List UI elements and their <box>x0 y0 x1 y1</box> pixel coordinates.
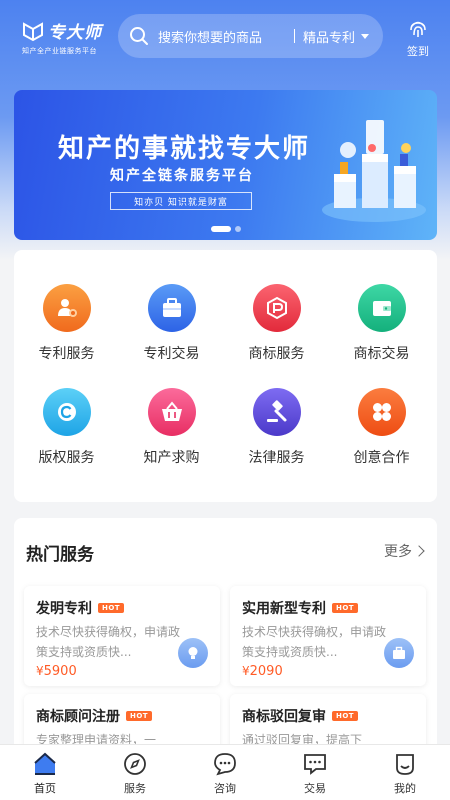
banner-tagline: 知亦贝 知识就是财富 <box>110 192 252 210</box>
service-legal[interactable]: 法律服务 <box>224 388 329 467</box>
banner-dot-2[interactable] <box>234 226 241 232</box>
more-label: 更多 <box>384 544 412 560</box>
service-label: 知产求购 <box>143 450 200 466</box>
service-trademark[interactable]: 商标服务 <box>224 284 329 363</box>
hot-badge: HOT <box>332 711 359 721</box>
tab-services[interactable]: 服务 <box>90 745 180 800</box>
signin-label: 签到 <box>407 45 429 58</box>
service-ip-purchase[interactable]: 知产求购 <box>119 388 224 467</box>
app-logo: 专大师 知产全产业链服务平台 <box>22 18 112 58</box>
service-card-title: 实用新型专利 HOT <box>242 598 359 618</box>
price-symbol: ¥ <box>36 664 44 678</box>
tab-label: 我的 <box>394 782 416 795</box>
tab-label: 服务 <box>124 782 146 795</box>
grid-icon <box>357 388 406 436</box>
price-value: 2090 <box>249 664 283 679</box>
service-price: ¥2090 <box>242 664 283 679</box>
service-name: 发明专利 <box>36 601 92 617</box>
search-category-select[interactable]: 精品专利 <box>303 27 355 46</box>
logo-mark-icon <box>23 22 43 42</box>
search-bar[interactable]: 搜索你想要的商品 精品专利 <box>118 14 383 58</box>
section-title: 热门服务 <box>26 545 94 565</box>
tab-label: 交易 <box>304 782 326 795</box>
signin-button[interactable]: 签到 <box>398 18 438 59</box>
chevron-down-icon[interactable] <box>361 33 369 39</box>
service-card-title: 发明专利 HOT <box>36 598 125 618</box>
service-copyright[interactable]: 版权服务 <box>14 388 119 467</box>
tab-label: 咨询 <box>214 782 236 795</box>
home-icon <box>34 752 56 775</box>
tab-trade[interactable]: 交易 <box>270 745 360 800</box>
service-name: 实用新型专利 <box>242 601 326 617</box>
banner-illustration <box>322 120 426 222</box>
service-label: 创意合作 <box>353 450 410 466</box>
search-placeholder[interactable]: 搜索你想要的商品 <box>158 27 294 46</box>
service-name: 商标顾问注册 <box>36 709 120 725</box>
service-card-title: 商标顾问注册 HOT <box>36 706 153 726</box>
service-patent[interactable]: 专利服务 <box>14 284 119 363</box>
banner-dot-1[interactable] <box>210 226 231 232</box>
chevron-right-icon <box>413 545 425 557</box>
service-trademark-trade[interactable]: 商标交易 <box>329 284 434 363</box>
tab-consult[interactable]: 咨询 <box>180 745 270 800</box>
banner-title: 知产的事就找专大师 <box>58 134 311 164</box>
bottom-tab-bar: 首页 服务 咨询 交易 我的 <box>0 744 450 800</box>
banner-pagination <box>14 226 437 232</box>
logo-subtitle: 知产全产业链服务平台 <box>22 47 97 55</box>
trademark-service-icon <box>252 284 301 332</box>
basket-icon <box>147 388 196 436</box>
tab-profile[interactable]: 我的 <box>360 745 450 800</box>
profile-icon <box>396 754 414 775</box>
service-creative[interactable]: 创意合作 <box>329 388 434 467</box>
service-name: 商标驳回复审 <box>242 709 326 725</box>
service-label: 专利交易 <box>143 346 200 362</box>
service-grid: 专利服务 专利交易 商标服务 商标交易 版权服务 知产求购 法律服务 创意合作 <box>14 250 437 502</box>
service-label: 版权服务 <box>38 450 95 466</box>
copyright-icon <box>42 388 91 436</box>
more-link[interactable]: 更多 <box>384 541 425 561</box>
service-label: 商标交易 <box>353 346 410 362</box>
promo-banner[interactable]: 知产的事就找专大师 知产全链条服务平台 知亦贝 知识就是财富 <box>14 90 437 240</box>
service-label: 法律服务 <box>248 450 305 466</box>
service-description: 技术尽快获得确权，申请政策支持或资质快... <box>36 625 181 659</box>
patent-service-icon <box>42 284 91 332</box>
hot-badge: HOT <box>98 603 125 613</box>
service-card-title: 商标驳回复审 HOT <box>242 706 359 726</box>
hot-services-section: 热门服务 更多 发明专利 HOT 技术尽快获得确权，申请政策支持或资质快... … <box>14 518 437 758</box>
bulb-icon <box>178 638 208 668</box>
search-icon <box>130 27 148 45</box>
hot-badge: HOT <box>126 711 153 721</box>
hot-badge: HOT <box>332 603 359 613</box>
search-divider <box>293 29 295 43</box>
compass-icon <box>124 753 146 775</box>
service-patent-trade[interactable]: 专利交易 <box>119 284 224 363</box>
service-description: 技术尽快获得确权，申请政策支持或资质快... <box>242 625 387 659</box>
service-price: ¥5900 <box>36 664 77 679</box>
tab-label: 首页 <box>34 782 56 795</box>
tab-home[interactable]: 首页 <box>0 745 90 800</box>
message-icon <box>304 754 326 775</box>
chat-icon <box>214 753 236 776</box>
briefcase-icon <box>384 638 414 668</box>
gavel-icon <box>252 388 301 436</box>
service-label: 商标服务 <box>248 346 305 362</box>
logo-title: 专大师 <box>48 23 102 43</box>
trademark-trade-icon <box>357 284 406 332</box>
price-symbol: ¥ <box>242 664 250 678</box>
service-card[interactable]: 发明专利 HOT 技术尽快获得确权，申请政策支持或资质快... ¥5900 <box>24 586 220 686</box>
price-value: 5900 <box>43 664 77 679</box>
service-label: 专利服务 <box>38 346 95 362</box>
service-card[interactable]: 实用新型专利 HOT 技术尽快获得确权，申请政策支持或资质快... ¥2090 <box>230 586 426 686</box>
patent-trade-icon <box>147 284 196 332</box>
banner-subtitle: 知产全链条服务平台 <box>110 168 254 184</box>
fingerprint-icon <box>410 21 426 37</box>
